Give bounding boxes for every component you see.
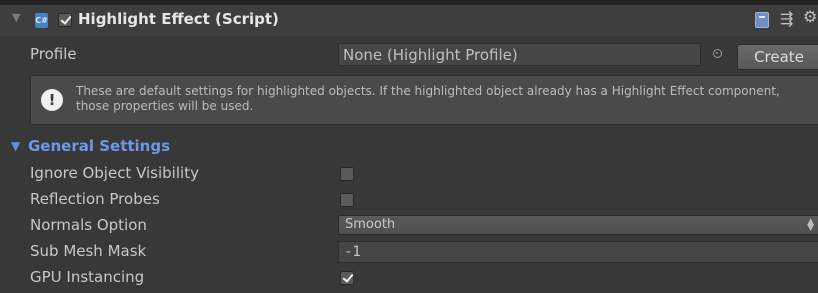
create-button[interactable]: Create bbox=[737, 44, 818, 70]
ignore-object-visibility-checkbox[interactable] bbox=[340, 167, 354, 181]
profile-label: Profile bbox=[30, 45, 77, 63]
ignore-object-visibility-label: Ignore Object Visibility bbox=[30, 164, 199, 182]
presets-icon[interactable]: ⇶ bbox=[780, 10, 793, 28]
triangle-down-icon[interactable]: ▼ bbox=[12, 11, 20, 24]
profile-field[interactable]: None (Highlight Profile) bbox=[338, 43, 701, 66]
section-foldout-icon[interactable]: ▼ bbox=[11, 139, 20, 153]
help-book-icon[interactable] bbox=[755, 12, 769, 28]
reflection-probes-checkbox[interactable] bbox=[340, 193, 354, 207]
gpu-instancing-checkbox[interactable] bbox=[340, 271, 354, 285]
csharp-script-icon: C# bbox=[35, 13, 48, 28]
help-text: These are default settings for highlight… bbox=[76, 84, 780, 113]
object-picker-icon[interactable] bbox=[713, 49, 722, 58]
info-icon: ! bbox=[41, 89, 63, 111]
normals-option-label: Normals Option bbox=[30, 216, 147, 234]
component-title: Highlight Effect (Script) bbox=[78, 10, 279, 28]
component-enabled-checkbox[interactable] bbox=[58, 13, 72, 27]
general-settings-header[interactable]: General Settings bbox=[28, 137, 170, 155]
normals-option-value: Smooth bbox=[345, 217, 396, 232]
gear-icon[interactable]: ⚙ bbox=[803, 8, 817, 26]
normals-option-dropdown[interactable]: Smooth ▲ ▼ bbox=[338, 215, 818, 235]
reflection-probes-label: Reflection Probes bbox=[30, 190, 160, 208]
sub-mesh-mask-label: Sub Mesh Mask bbox=[30, 242, 147, 260]
sub-mesh-mask-field[interactable]: -1 bbox=[338, 241, 818, 263]
dropdown-arrows-icon: ▲ ▼ bbox=[807, 217, 814, 233]
gpu-instancing-label: GPU Instancing bbox=[30, 268, 145, 286]
